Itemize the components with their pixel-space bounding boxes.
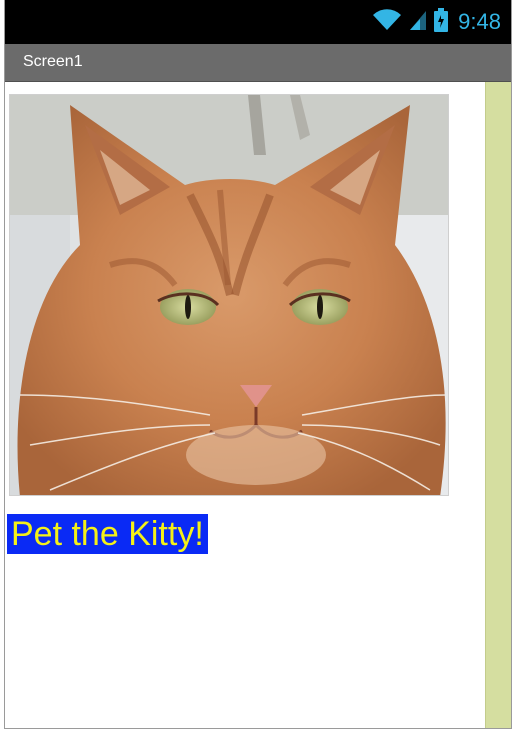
- screen-title: Screen1: [23, 53, 83, 70]
- status-time: 9:48: [458, 9, 501, 34]
- cat-image[interactable]: [9, 94, 449, 496]
- cell-signal-icon: [408, 9, 428, 36]
- wifi-icon: [372, 8, 402, 37]
- pet-the-kitty-button[interactable]: Pet the Kitty!: [7, 514, 208, 554]
- title-bar: Screen1: [5, 44, 511, 82]
- cat-photo-drawing: [10, 95, 448, 495]
- scroll-rail: [485, 82, 511, 728]
- phone-screen: 9:48 Screen1 Pet the Kitty!: [4, 0, 512, 729]
- status-bar: 9:48: [5, 0, 511, 44]
- screen-content: Pet the Kitty!: [5, 82, 511, 728]
- status-icons: 9:48: [372, 7, 501, 37]
- battery-icon: [434, 7, 449, 37]
